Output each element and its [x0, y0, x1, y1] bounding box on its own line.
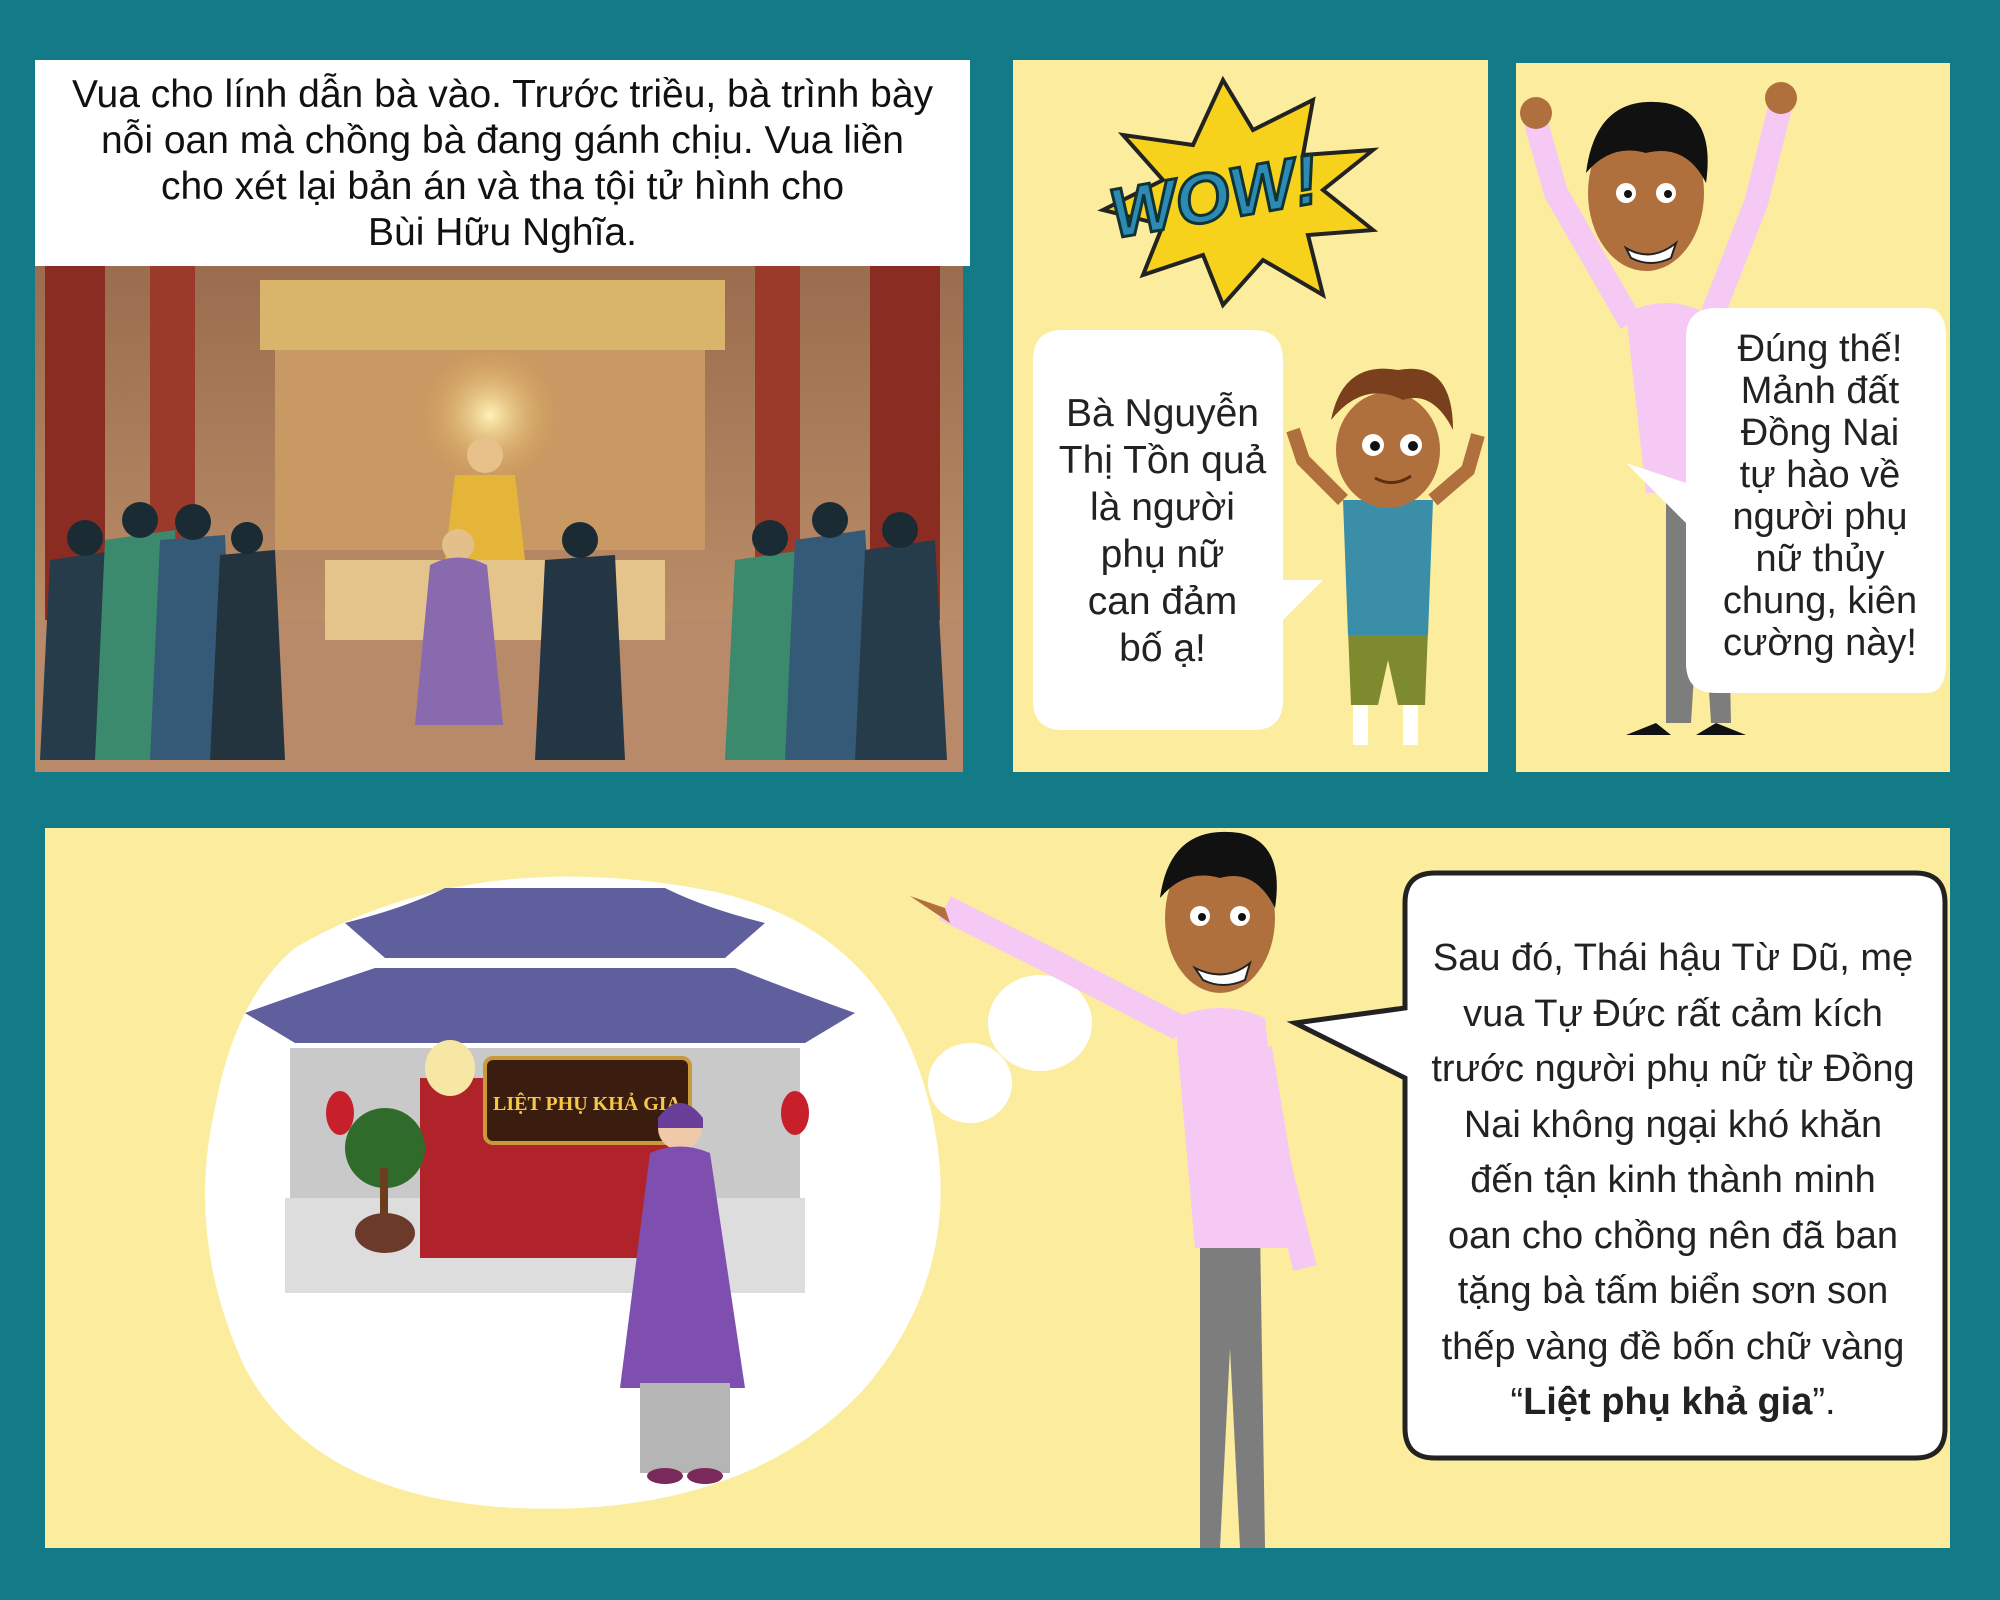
speech-line: cường này!: [1722, 622, 1917, 664]
speech-line: Đồng Nai: [1740, 412, 1900, 454]
caption-line: cho xét lại bản án và tha tội tử hình ch…: [160, 165, 845, 208]
speech-line: oan cho chồng nên đã ban: [1447, 1214, 1899, 1257]
speech-line: Đúng thế!: [1737, 328, 1903, 370]
mother-story-speech-text: Sau đó, Thái hậu Từ Dũ, mẹ vua Tự Đức rấ…: [1405, 893, 1941, 1465]
speech-line: Nai không ngại khó khăn: [1463, 1103, 1883, 1146]
man-character-icon: [910, 831, 1317, 1548]
speech-line: Sau đó, Thái hậu Từ Dũ, mẹ: [1432, 937, 1914, 979]
boy-character-icon: [1286, 368, 1485, 745]
caption-line: Vua cho lính dẫn bà vào. Trước triều, bà…: [71, 73, 934, 116]
panel-court-scene: Vua cho lính dẫn bà vào. Trước triều, bà…: [35, 60, 970, 772]
speech-line: can đảm: [1087, 580, 1238, 623]
speech-line: phụ nữ: [1100, 533, 1225, 576]
quote-open: “: [1510, 1381, 1524, 1423]
panel-boy: WOW! Bà Nguyễn Thị Tồn quả là người phụ …: [1013, 60, 1488, 772]
boy-speech-text: Bà Nguyễn Thị Tồn quả là người phụ nữ ca…: [1040, 390, 1285, 672]
speech-line: tặng bà tấm biển sơn son: [1457, 1270, 1889, 1312]
plaque-text: LIỆT PHỤ KHẢ GIA: [493, 1092, 682, 1115]
speech-line-quote: “Liệt phụ khả gia”.: [1405, 1375, 1941, 1431]
narration-caption: Vua cho lính dẫn bà vào. Trước triều, bà…: [35, 60, 970, 266]
speech-line: đến tận kinh thành minh: [1470, 1159, 1876, 1201]
caption-line: nỗi oan mà chồng bà đang gánh chịu. Vua …: [100, 119, 904, 162]
speech-line: người phụ: [1732, 496, 1908, 538]
caption-line: Bùi Hữu Nghĩa.: [368, 211, 637, 254]
speech-line: tự hào về: [1739, 454, 1901, 496]
speech-line: Bà Nguyễn: [1066, 392, 1259, 435]
panel-father: Đúng thế! Mảnh đất Đồng Nai tự hào về ng…: [1516, 63, 1950, 772]
speech-line: bố ạ!: [1119, 627, 1206, 670]
speech-line: trước người phụ nữ từ Đồng: [1431, 1048, 1915, 1090]
quote-bold: Liệt phụ khả gia: [1523, 1381, 1813, 1423]
speech-line: vua Tự Đức rất cảm kích: [1463, 992, 1883, 1035]
speech-line: Mảnh đất: [1740, 370, 1900, 412]
speech-line: là người: [1090, 486, 1235, 529]
speech-line: thếp vàng đề bốn chữ vàng: [1441, 1325, 1905, 1368]
speech-line: nữ thủy: [1755, 538, 1885, 580]
speech-line: chung, kiên: [1722, 580, 1918, 622]
quote-close: ”.: [1812, 1381, 1836, 1423]
speech-line: Thị Tồn quả: [1058, 439, 1267, 482]
father-speech-text: Đúng thế! Mảnh đất Đồng Nai tự hào về ng…: [1703, 328, 1937, 664]
